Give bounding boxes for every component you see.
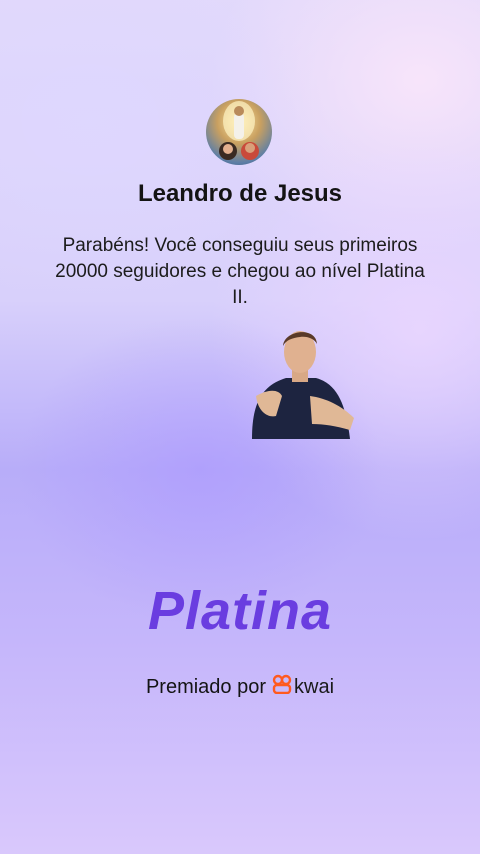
profile-name: Leandro de Jesus xyxy=(137,180,343,207)
profile-avatar xyxy=(206,99,272,165)
level-title: Platina xyxy=(147,581,333,641)
kwai-brand: kwai xyxy=(272,674,334,700)
celebration-sticker xyxy=(246,326,356,439)
awarded-by: Premiado por kwai xyxy=(0,674,480,700)
kwai-brand-name: kwai xyxy=(294,675,335,698)
awarded-by-label: Premiado por xyxy=(145,675,267,698)
achievement-message: Parabéns! Você conseguiu seus primeiros … xyxy=(55,235,425,308)
kwai-logo-icon xyxy=(272,674,292,700)
